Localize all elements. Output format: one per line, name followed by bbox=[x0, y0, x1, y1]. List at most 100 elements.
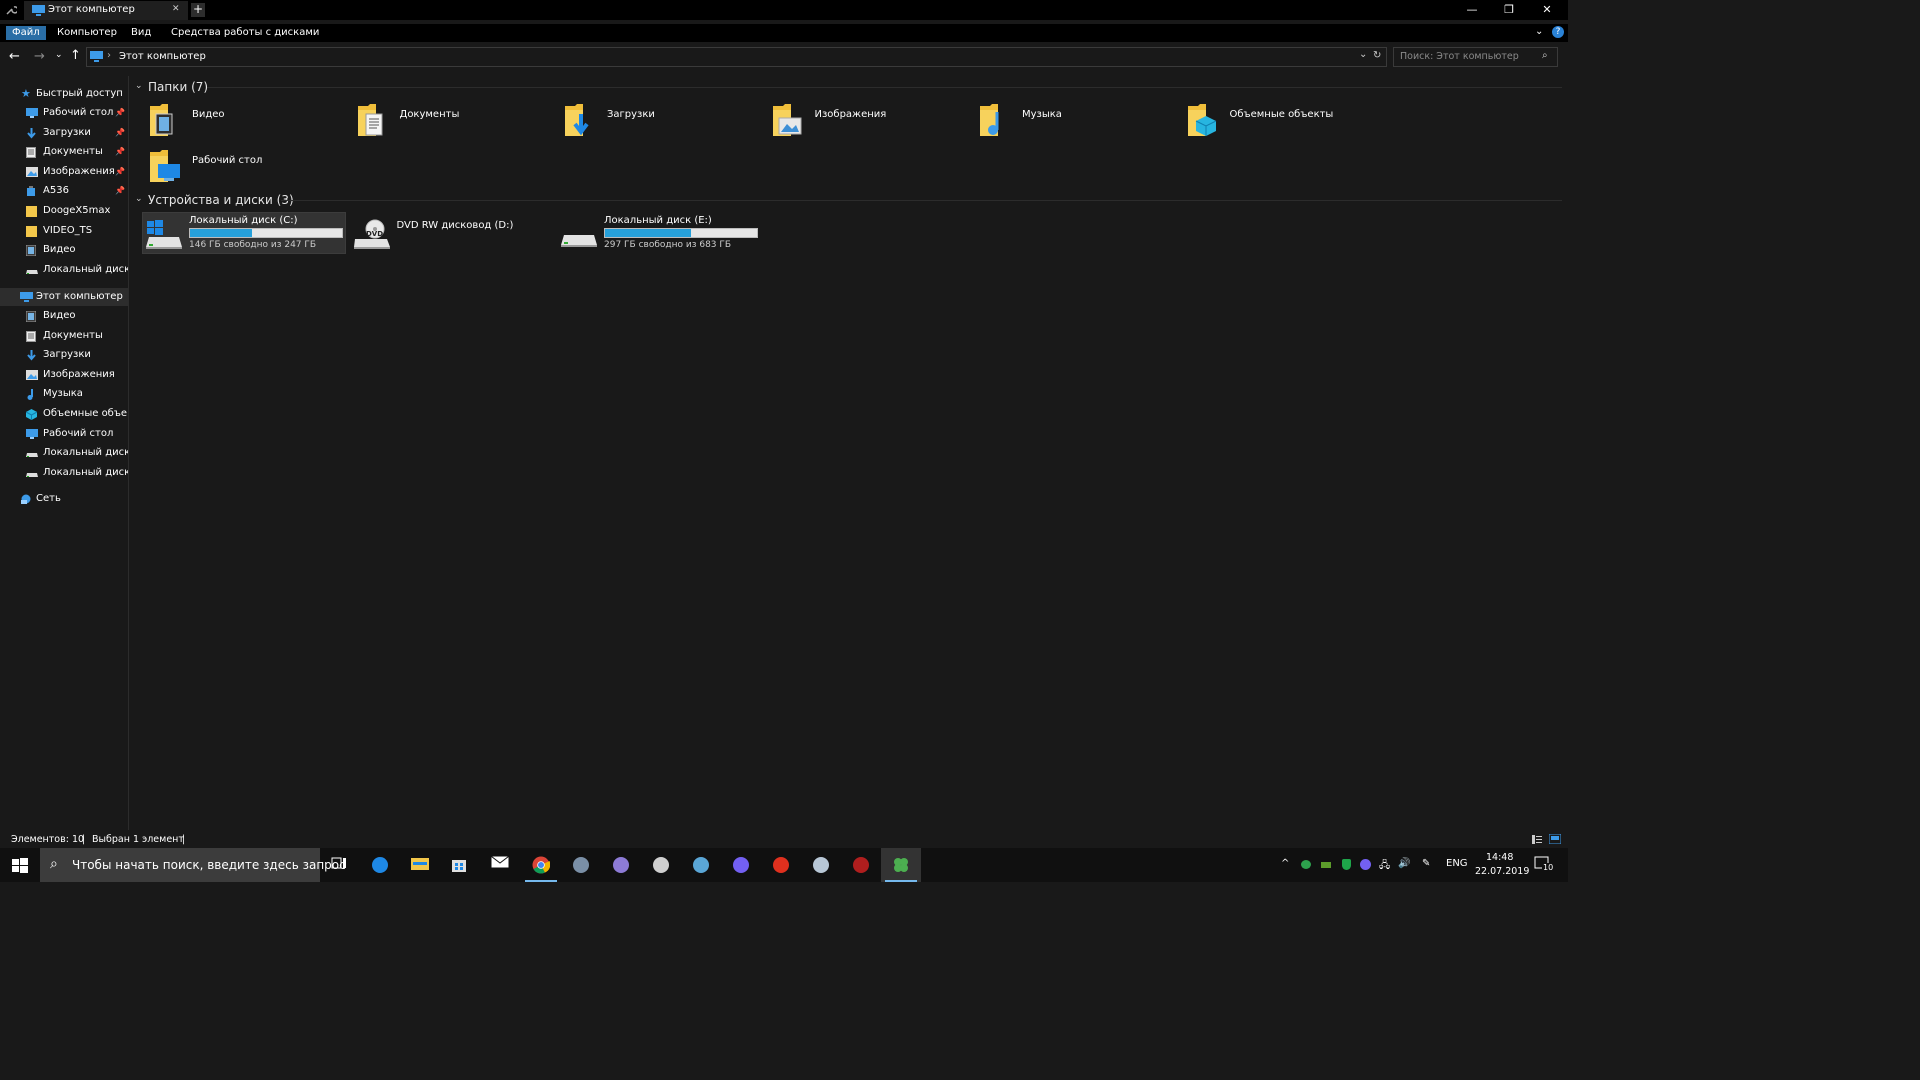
taskbar-app[interactable] bbox=[320, 848, 360, 882]
sidebar-item-label: Рабочий стол bbox=[43, 427, 114, 439]
start-button[interactable] bbox=[0, 848, 40, 882]
restore-button[interactable]: ❐ bbox=[1491, 0, 1527, 20]
clock-date[interactable]: 22.07.2019 bbox=[1475, 866, 1529, 877]
taskbar-search[interactable]: ⌕ Чтобы начать поиск, введите здесь запр… bbox=[40, 848, 346, 882]
sidebar-item[interactable]: Рабочий стол bbox=[26, 104, 128, 122]
sidebar-item[interactable]: Видео bbox=[26, 241, 128, 259]
sidebar-item[interactable]: Локальный диск (E bbox=[26, 464, 128, 482]
close-tab-icon[interactable]: ✕ bbox=[172, 4, 180, 14]
drive-item[interactable]: Локальный диск (C:) 146 ГБ свободно из 24… bbox=[142, 212, 346, 254]
sidebar-item-network[interactable]: Сеть bbox=[20, 490, 128, 508]
sidebar-item[interactable]: Рабочий стол bbox=[26, 425, 128, 443]
details-view-icon[interactable] bbox=[1532, 835, 1542, 844]
drive-item[interactable]: Локальный диск (E:) 297 ГБ свободно из 68… bbox=[558, 213, 760, 253]
refresh-icon[interactable]: ↻ bbox=[1373, 50, 1381, 61]
sidebar-item[interactable]: DoogeX5max bbox=[26, 202, 128, 220]
folder-item[interactable]: Музыка bbox=[980, 102, 1180, 146]
sidebar-item[interactable]: A536 bbox=[26, 182, 128, 200]
minimize-button[interactable]: — bbox=[1454, 0, 1490, 20]
help-icon[interactable]: ? bbox=[1552, 26, 1564, 38]
sidebar-item[interactable]: VIDEO_TS bbox=[26, 222, 128, 240]
tab-file[interactable]: Файл bbox=[6, 26, 46, 40]
taskbar-app[interactable] bbox=[440, 848, 480, 882]
tab-this-pc[interactable]: Этот компьютер ✕ bbox=[24, 1, 188, 20]
taskbar-app[interactable] bbox=[881, 848, 922, 882]
sidebar-item-quick-access[interactable]: ★ Быстрый доступ bbox=[20, 85, 128, 103]
close-button[interactable]: ✕ bbox=[1529, 0, 1565, 20]
taskbar-app[interactable] bbox=[681, 848, 721, 882]
address-dropdown-icon[interactable]: ⌄ bbox=[1359, 49, 1367, 60]
sidebar-item[interactable]: Объемные объекты bbox=[26, 405, 128, 423]
forward-arrow-icon[interactable]: → bbox=[34, 49, 45, 64]
sidebar-item[interactable]: Документы bbox=[26, 327, 128, 345]
folders-header[interactable]: Папки (7) bbox=[148, 80, 208, 94]
taskbar-app[interactable] bbox=[841, 848, 881, 882]
folder-item[interactable]: Объемные объекты bbox=[1187, 102, 1388, 146]
folder-item[interactable]: Документы bbox=[357, 102, 558, 146]
pen-icon[interactable]: ✎ bbox=[1422, 858, 1430, 869]
taskbar-app[interactable] bbox=[601, 848, 641, 882]
wrench-icon[interactable] bbox=[5, 4, 17, 16]
clock-time[interactable]: 14:48 bbox=[1486, 852, 1513, 863]
search-box[interactable]: Поиск: Этот компьютер ⌕ bbox=[1393, 47, 1558, 67]
taskbar-app[interactable] bbox=[360, 848, 400, 882]
sidebar-item[interactable]: Изображения bbox=[26, 163, 128, 181]
taskbar-app[interactable] bbox=[561, 848, 601, 882]
tab-computer[interactable]: Компьютер bbox=[51, 26, 123, 40]
taskbar-app[interactable] bbox=[521, 848, 561, 882]
sidebar-item[interactable]: Локальный диск (C bbox=[26, 444, 128, 462]
folder-item[interactable]: Загрузки bbox=[565, 102, 765, 146]
taskbar-app[interactable] bbox=[641, 848, 681, 882]
taskbar-app[interactable] bbox=[480, 848, 520, 882]
breadcrumb-this-pc[interactable]: Этот компьютер bbox=[119, 51, 206, 62]
sidebar-item[interactable]: Загрузки bbox=[26, 346, 128, 364]
sidebar-item[interactable]: Музыка bbox=[26, 385, 128, 403]
taskbar-app[interactable] bbox=[721, 848, 761, 882]
collapse-folders-icon[interactable]: ⌄ bbox=[135, 81, 143, 91]
sidebar-item-this-pc[interactable]: Этот компьютер bbox=[20, 288, 128, 306]
sidebar-item[interactable]: Локальный диск (E bbox=[26, 261, 128, 279]
sidebar-item-label: Загрузки bbox=[43, 349, 91, 361]
collapse-devices-icon[interactable]: ⌄ bbox=[135, 194, 143, 204]
tab-disk-tools[interactable]: Средства работы с дисками bbox=[165, 26, 325, 40]
show-hidden-icons[interactable]: ^ bbox=[1281, 858, 1289, 869]
drive-item[interactable]: DVD DVD RW дисковод (D:) bbox=[351, 213, 553, 253]
tray-shield-icon[interactable] bbox=[1342, 859, 1351, 870]
folder-item[interactable]: Изображения bbox=[772, 102, 973, 146]
pin-icon[interactable]: 📌 bbox=[115, 128, 125, 137]
tab-view[interactable]: Вид bbox=[125, 26, 157, 40]
taskbar-app[interactable] bbox=[801, 848, 841, 882]
volume-icon[interactable]: 🔊 bbox=[1398, 858, 1410, 869]
file-explorer-icon bbox=[411, 856, 430, 870]
sidebar-item[interactable]: Изображения bbox=[26, 366, 128, 384]
sidebar-item[interactable]: Документы bbox=[26, 143, 128, 161]
tray-bird-icon[interactable] bbox=[1321, 862, 1331, 868]
new-tab-button[interactable]: + bbox=[191, 3, 205, 17]
large-icons-view-icon[interactable] bbox=[1549, 834, 1561, 844]
pin-icon[interactable]: 📌 bbox=[115, 108, 125, 117]
sidebar-item[interactable]: Загрузки bbox=[26, 124, 128, 142]
action-center-button[interactable]: 10 bbox=[1534, 856, 1555, 874]
pin-icon[interactable]: 📌 bbox=[115, 147, 125, 156]
sidebar-item[interactable]: Видео bbox=[26, 307, 128, 325]
folder-item[interactable]: Рабочий стол bbox=[150, 148, 350, 192]
tray-viber-icon[interactable] bbox=[1360, 859, 1371, 870]
address-bar[interactable]: › Этот компьютер ⌄ ↻ bbox=[86, 47, 1387, 67]
tray-green-icon[interactable] bbox=[1301, 860, 1311, 869]
up-arrow-icon[interactable]: ↑ bbox=[70, 48, 81, 63]
network-tray-icon[interactable]: 🖧 bbox=[1379, 858, 1390, 875]
recent-locations-icon[interactable]: ⌄ bbox=[55, 50, 63, 60]
taskbar-app[interactable] bbox=[400, 848, 440, 882]
search-icon[interactable]: ⌕ bbox=[1542, 50, 1548, 61]
expand-ribbon-icon[interactable]: ⌄ bbox=[1535, 26, 1543, 37]
language-indicator[interactable]: ENG bbox=[1446, 858, 1468, 869]
taskbar-app[interactable] bbox=[761, 848, 801, 882]
folder-item[interactable]: Видео bbox=[150, 102, 350, 146]
pin-icon[interactable]: 📌 bbox=[115, 186, 125, 195]
music-folder-icon bbox=[980, 102, 1012, 138]
back-arrow-icon[interactable]: ← bbox=[9, 49, 20, 64]
taskbar-search-placeholder: Чтобы начать поиск, введите здесь запрос bbox=[72, 858, 346, 872]
pin-icon[interactable]: 📌 bbox=[115, 167, 125, 176]
game-icon bbox=[572, 856, 590, 874]
devices-header[interactable]: Устройства и диски (3) bbox=[148, 193, 294, 207]
